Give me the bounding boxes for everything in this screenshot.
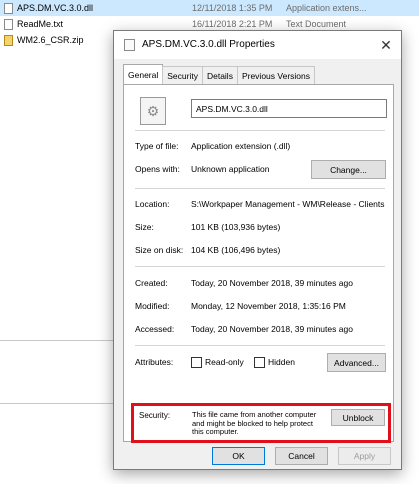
file-row-dll[interactable]: APS.DM.VC.3.0.dll 12/11/2018 1:35 PM App…: [0, 0, 419, 16]
size-label: Size:: [135, 222, 154, 232]
dialog-title: APS.DM.VC.3.0.dll Properties: [142, 39, 275, 50]
divider: [0, 403, 116, 404]
hidden-checkbox[interactable]: [254, 357, 265, 368]
readonly-checkbox[interactable]: [191, 357, 202, 368]
gear-file-icon: ⚙: [140, 97, 166, 125]
text-file-icon: [4, 18, 13, 30]
security-label: Security:: [139, 411, 171, 420]
location-value: S:\Workpaper Management - WM\Release - C…: [191, 199, 385, 209]
file-name-field[interactable]: APS.DM.VC.3.0.dll: [191, 99, 387, 118]
location-label: Location:: [135, 199, 170, 209]
divider: [0, 340, 116, 341]
tab-strip: General Security Details Previous Versio…: [123, 64, 315, 84]
file-icon: [124, 39, 135, 51]
file-name: WM2.6_CSR.zip: [17, 35, 84, 45]
modified-label: Modified:: [135, 301, 170, 311]
opens-with-label: Opens with:: [135, 164, 180, 174]
close-button[interactable]: ✕: [371, 31, 401, 59]
cancel-button[interactable]: Cancel: [275, 447, 328, 465]
dll-file-icon: [4, 2, 13, 14]
file-date: 16/11/2018 2:21 PM: [192, 19, 273, 29]
file-type: Text Document: [286, 19, 347, 29]
divider: [135, 130, 385, 131]
type-of-file-label: Type of file:: [135, 141, 179, 151]
properties-dialog: APS.DM.VC.3.0.dll Properties ✕ General S…: [113, 30, 402, 470]
size-on-disk-value: 104 KB (106,496 bytes): [191, 245, 281, 255]
file-type: Application extens...: [286, 3, 367, 13]
attributes-label: Attributes:: [135, 357, 174, 367]
file-name: APS.DM.VC.3.0.dll: [17, 3, 94, 13]
tab-details[interactable]: Details: [201, 66, 238, 84]
tab-previous-versions[interactable]: Previous Versions: [236, 66, 315, 84]
divider: [135, 345, 385, 346]
divider: [135, 266, 385, 267]
security-warning-text: This file came from another computer and…: [192, 410, 317, 436]
title-bar[interactable]: APS.DM.VC.3.0.dll Properties ✕: [114, 31, 401, 59]
divider: [135, 188, 385, 189]
tab-general[interactable]: General: [123, 64, 164, 84]
accessed-label: Accessed:: [135, 324, 175, 334]
size-value: 101 KB (103,936 bytes): [191, 222, 281, 232]
readonly-label: Read-only: [205, 357, 244, 367]
file-date: 12/11/2018 1:35 PM: [192, 3, 273, 13]
security-highlight: Security: This file came from another co…: [131, 403, 391, 443]
general-panel: ⚙ APS.DM.VC.3.0.dll Type of file: Applic…: [123, 84, 394, 443]
ok-button[interactable]: OK: [212, 447, 265, 465]
accessed-value: Today, 20 November 2018, 39 minutes ago: [191, 324, 353, 334]
created-value: Today, 20 November 2018, 39 minutes ago: [191, 278, 353, 288]
modified-value: Monday, 12 November 2018, 1:35:16 PM: [191, 301, 346, 311]
hidden-label: Hidden: [268, 357, 295, 367]
advanced-button[interactable]: Advanced...: [327, 353, 386, 372]
created-label: Created:: [135, 278, 168, 288]
opens-with-value: Unknown application: [191, 164, 270, 174]
size-on-disk-label: Size on disk:: [135, 245, 184, 255]
unblock-button[interactable]: Unblock: [331, 409, 385, 426]
file-name: ReadMe.txt: [17, 19, 64, 29]
apply-button[interactable]: Apply: [338, 447, 391, 465]
zip-file-icon: [4, 34, 13, 46]
change-button[interactable]: Change...: [311, 160, 386, 179]
tab-security[interactable]: Security: [162, 66, 203, 84]
type-of-file-value: Application extension (.dll): [191, 141, 291, 151]
